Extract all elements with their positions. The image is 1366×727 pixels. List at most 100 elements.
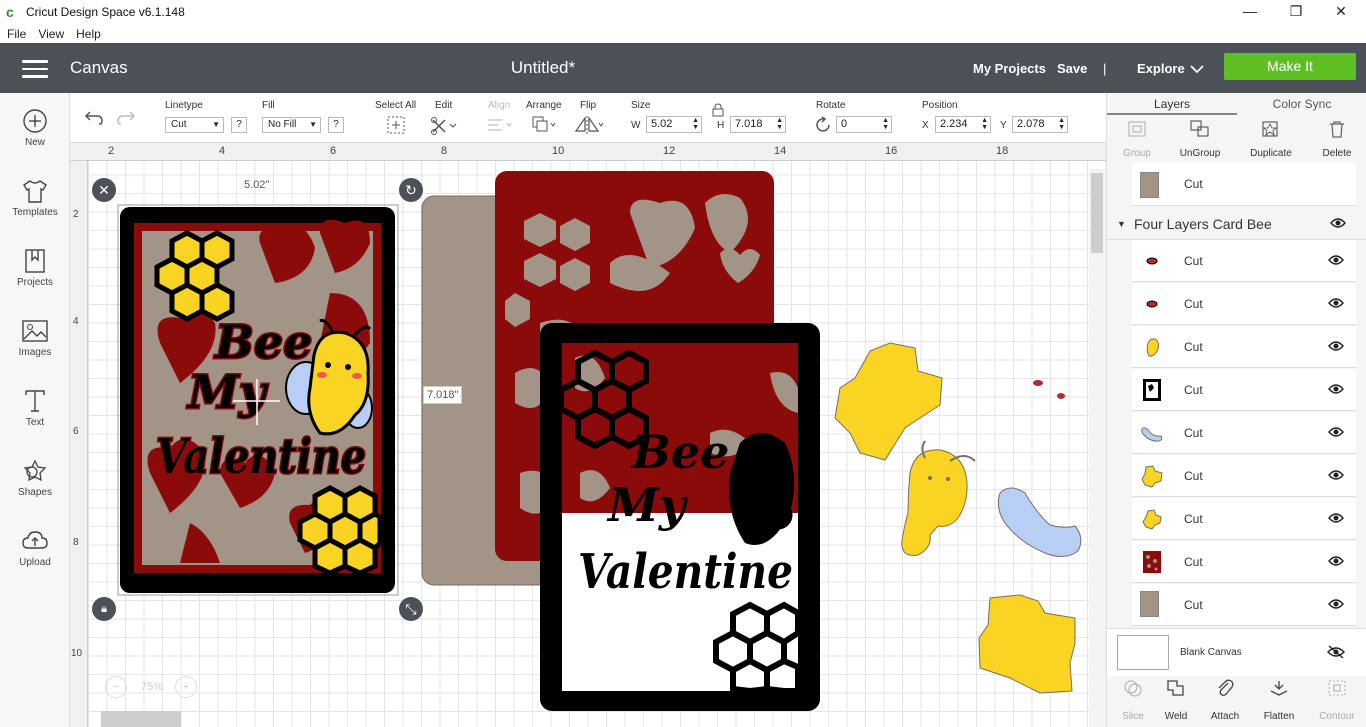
explore-button[interactable]: Explore (1137, 61, 1185, 76)
sidebar-item-templates[interactable]: Templates (0, 178, 70, 248)
linetype-help-button[interactable]: ? (231, 117, 247, 133)
spinner-icon[interactable]: ▲ ▼ (882, 117, 889, 131)
duplicate-button[interactable]: Duplicate (1241, 119, 1301, 159)
layer-row[interactable]: Cut (1132, 326, 1356, 368)
red-dot-piece[interactable] (1057, 393, 1065, 399)
redo-icon[interactable] (116, 109, 136, 125)
chevron-down-icon[interactable] (1190, 65, 1204, 74)
weld-button[interactable]: Weld (1150, 678, 1202, 722)
layer-row[interactable]: Cut (1132, 498, 1356, 540)
layer-row[interactable]: Cut (1132, 584, 1356, 626)
sidebar-item-projects[interactable]: Projects (0, 248, 70, 318)
eye-icon[interactable] (1328, 426, 1344, 438)
spinner-icon[interactable]: ▲ ▼ (692, 117, 699, 131)
tab-color-sync[interactable]: Color Sync (1237, 93, 1366, 115)
minimize-button[interactable]: — (1227, 0, 1273, 24)
delete-selection-icon[interactable]: ✕ (92, 178, 116, 202)
tab-layers[interactable]: Layers (1107, 93, 1237, 115)
resize-handle-icon[interactable]: ⤡ (399, 597, 423, 621)
lock-icon[interactable] (711, 103, 725, 117)
sidebar-item-label: New (24, 137, 45, 148)
canvas-artwork: Bee My Valentine Bee My Valentine (117, 171, 1082, 711)
yellow-hex-piece-small[interactable] (978, 594, 1076, 694)
arrange-icon[interactable] (531, 115, 559, 135)
eye-icon[interactable] (1328, 297, 1344, 309)
sidebar-item-text[interactable]: Text (0, 388, 70, 458)
sidebar-item-images[interactable]: Images (0, 318, 70, 388)
layer-row[interactable]: Cut (1132, 240, 1356, 282)
eye-hidden-icon[interactable] (1327, 645, 1345, 659)
eye-icon[interactable] (1328, 340, 1344, 352)
canvas-vertical-scrollbar[interactable] (1089, 169, 1106, 727)
width-input[interactable]: 5.02 ▲ ▼ (646, 116, 702, 133)
eye-icon[interactable] (1328, 469, 1344, 481)
sidebar-item-new[interactable]: New (0, 108, 70, 178)
layer-row[interactable]: Cut (1132, 455, 1356, 497)
eye-icon[interactable] (1328, 598, 1344, 610)
design-canvas[interactable]: Bee My Valentine Bee My Valentine 5.02" … (70, 143, 1106, 727)
align-icon[interactable] (486, 117, 514, 133)
maximize-button[interactable]: ❐ (1273, 0, 1319, 24)
contour-button[interactable]: Contour (1311, 678, 1363, 722)
canvas-horizontal-scrollbar[interactable] (101, 711, 181, 727)
position-y-input[interactable]: 2.078 ▲ ▼ (1012, 116, 1068, 133)
menu-view[interactable]: View (38, 27, 64, 41)
my-projects-button[interactable]: My Projects (973, 61, 1046, 76)
collapse-triangle-icon[interactable]: ▼ (1117, 219, 1126, 229)
menu-file[interactable]: File (7, 27, 26, 41)
undo-icon[interactable] (84, 109, 104, 125)
spinner-icon[interactable]: ▲ ▼ (1058, 117, 1065, 131)
menu-help[interactable]: Help (76, 27, 101, 41)
ungroup-button[interactable]: UnGroup (1170, 119, 1230, 159)
layer-row[interactable]: Cut (1132, 412, 1356, 454)
weld-label: Weld (1164, 711, 1188, 722)
position-x-input[interactable]: 2.234 ▲ ▼ (935, 116, 991, 133)
eye-icon[interactable] (1330, 217, 1346, 229)
blue-wing-piece[interactable] (997, 487, 1082, 557)
layer-row[interactable]: Cut (1132, 541, 1356, 583)
rotate-input[interactable]: 0 ▲ ▼ (836, 116, 892, 133)
black-frame-layer[interactable]: Bee My Valentine (540, 323, 820, 711)
selected-card-design[interactable]: Bee My Valentine (117, 204, 399, 596)
layer-row[interactable]: Cut (1132, 283, 1356, 325)
height-input[interactable]: 7.018 ▲ ▼ (730, 116, 786, 133)
flatten-button[interactable]: Flatten (1253, 678, 1305, 722)
zoom-out-button[interactable]: − (105, 676, 127, 698)
app-header: Canvas Untitled* My Projects Save | Expl… (0, 43, 1366, 93)
linetype-select[interactable]: Cut ▼ (165, 117, 224, 133)
blank-canvas-row[interactable]: Blank Canvas (1107, 628, 1366, 676)
spinner-icon[interactable]: ▲ ▼ (981, 117, 988, 131)
layer-row[interactable]: Cut (1132, 163, 1356, 206)
attach-button[interactable]: Attach (1199, 678, 1251, 722)
canvas-color-swatch[interactable] (1117, 635, 1169, 670)
rotate-icon[interactable] (815, 116, 833, 134)
delete-button[interactable]: Delete (1307, 119, 1366, 159)
sidebar-item-upload[interactable]: Upload (0, 528, 70, 598)
fill-label: Fill (262, 100, 275, 111)
scissors-pen-icon[interactable] (430, 115, 458, 135)
spinner-icon[interactable]: ▲ ▼ (776, 117, 783, 131)
sidebar-item-shapes[interactable]: Shapes (0, 458, 70, 528)
save-button[interactable]: Save (1057, 61, 1087, 76)
eye-icon[interactable] (1328, 555, 1344, 567)
fill-select[interactable]: No Fill ▼ (262, 117, 321, 133)
yellow-hex-piece-large[interactable] (834, 342, 943, 461)
group-button[interactable]: Group (1107, 119, 1167, 159)
eye-icon[interactable] (1328, 383, 1344, 395)
eye-icon[interactable] (1328, 254, 1344, 266)
fill-help-button[interactable]: ? (328, 117, 344, 133)
select-all-icon[interactable] (386, 115, 406, 135)
layer-group-four-layers-card-bee[interactable]: ▼ Four Layers Card Bee (1107, 207, 1366, 240)
red-dot-piece[interactable] (1033, 380, 1043, 386)
make-it-button[interactable]: Make It (1224, 53, 1356, 80)
yellow-bee-piece[interactable] (901, 449, 968, 556)
zoom-in-button[interactable]: + (175, 676, 197, 698)
rotate-handle-icon[interactable]: ↻ (399, 178, 423, 202)
flip-icon[interactable] (574, 115, 604, 135)
eye-icon[interactable] (1328, 512, 1344, 524)
lock-proportions-icon[interactable]: 🔒︎ (92, 597, 116, 621)
close-window-button[interactable]: ✕ (1318, 0, 1364, 24)
scrollbar-thumb[interactable] (1091, 173, 1103, 253)
layer-row[interactable]: Cut (1132, 369, 1356, 411)
select-all-label: Select All (375, 100, 417, 111)
